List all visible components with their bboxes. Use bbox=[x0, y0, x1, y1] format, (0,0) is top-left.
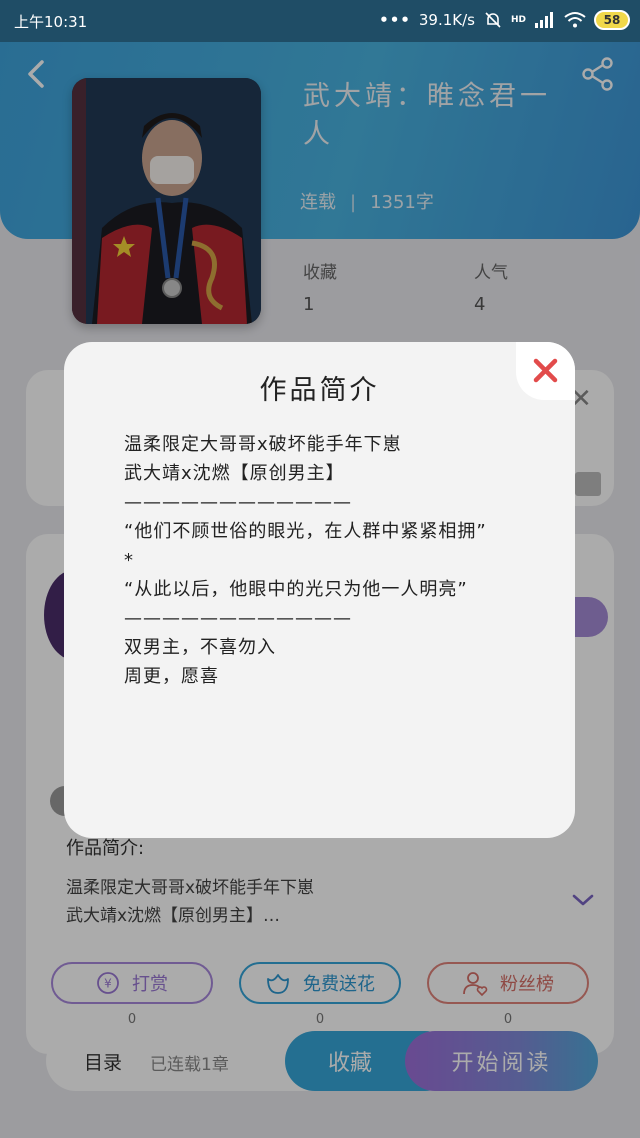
modal-divider: ———————————— bbox=[124, 492, 352, 513]
status-bar: 上午10:31 ••• 39.1K/s HD 58 bbox=[0, 0, 640, 42]
signal-icon bbox=[535, 12, 553, 28]
modal-title: 作品简介 bbox=[259, 375, 380, 406]
modal-line: * bbox=[124, 550, 134, 571]
dots-icon: ••• bbox=[379, 11, 411, 29]
battery-icon: 58 bbox=[594, 10, 630, 30]
status-icons: ••• 39.1K/s HD 58 bbox=[379, 10, 630, 30]
net-speed: 39.1K/s bbox=[418, 11, 475, 29]
modal-line: 温柔限定大哥哥x破坏能手年下崽 bbox=[124, 434, 402, 455]
status-time: 上午10:31 bbox=[14, 13, 88, 31]
modal-line: “他们不顾世俗的眼光，在人群中紧紧相拥” bbox=[124, 521, 487, 542]
mute-bell-icon bbox=[485, 12, 501, 28]
modal-line: “从此以后，他眼中的光只为他一人明亮” bbox=[124, 579, 468, 600]
wifi-icon bbox=[564, 12, 586, 28]
modal-line: 武大靖x沈燃【原创男主】 bbox=[124, 463, 345, 484]
modal-line: 周更，愿喜 bbox=[124, 666, 219, 687]
hd-label: HD bbox=[510, 15, 526, 25]
modal-body: 温柔限定大哥哥x破坏能手年下崽 武大靖x沈燃【原创男主】 ———————————… bbox=[124, 430, 514, 691]
modal-divider: ———————————— bbox=[124, 608, 352, 629]
modal-line: 双男主，不喜勿入 bbox=[124, 637, 276, 658]
